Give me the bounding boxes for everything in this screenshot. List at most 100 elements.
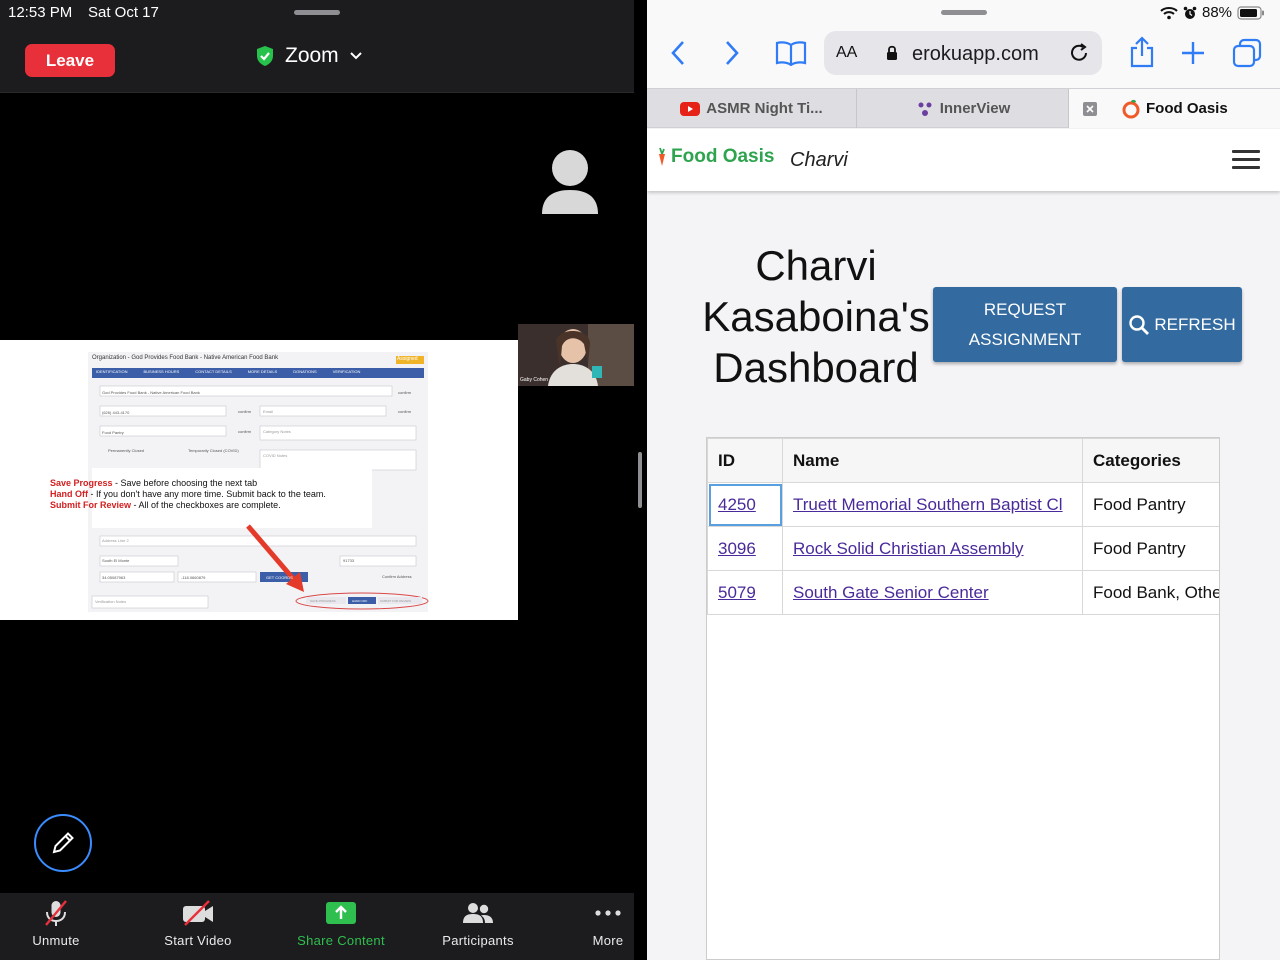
row-id-link[interactable]: 4250 [718, 495, 756, 514]
toolbar-label: Participants [442, 933, 514, 948]
tab-label: ASMR Night Ti... [706, 100, 823, 117]
url-text: erokuapp.com [912, 43, 1039, 65]
slide-tab: MORE DETAILS [247, 369, 278, 374]
slide-tab: VERIFICATION [332, 369, 361, 374]
slide-perm-closed: Permanently Closed [108, 448, 145, 453]
table-header-row: ID Name Categories [707, 438, 1219, 483]
slide-note-line: Submit For Review - All of the checkboxe… [50, 500, 326, 511]
refresh-button[interactable]: REFRESH [1122, 287, 1242, 362]
food-oasis-logo[interactable]: Food Oasis [656, 146, 774, 168]
youtube-icon [680, 101, 701, 116]
column-header-id[interactable]: ID [707, 438, 783, 483]
pencil-icon [52, 832, 74, 854]
row-name-link[interactable]: Truett Memorial Southern Baptist Cl [793, 495, 1063, 514]
tab-innerview[interactable]: InnerView [858, 89, 1069, 128]
slide-confirm-label: confirm [398, 409, 412, 414]
zoom-toolbar: Unmute Start Video Share Content Partici… [0, 893, 634, 960]
status-date: Sat Oct 17 [88, 4, 159, 21]
slide-name-field: God Provides Food Bank - Native American… [102, 390, 200, 395]
slide-covid-notes: COVID Notes [263, 453, 288, 458]
meeting-title-text: Zoom [285, 44, 339, 67]
battery-icon [1237, 5, 1265, 20]
address-bar[interactable]: AA erokuapp.com [824, 31, 1102, 75]
participants-button[interactable]: Participants [418, 893, 538, 960]
row-id-cell: 5079 [707, 570, 783, 615]
column-header-categories[interactable]: Categories [1082, 438, 1219, 483]
new-tab-icon[interactable] [1180, 40, 1206, 66]
alarm-icon [1183, 6, 1197, 19]
column-header-name[interactable]: Name [782, 438, 1083, 483]
start-video-button[interactable]: Start Video [138, 893, 258, 960]
user-avatar-icon [542, 150, 598, 214]
unmute-button[interactable]: Unmute [0, 893, 116, 960]
table-row: 5079 South Gate Senior Center Food Bank,… [707, 570, 1219, 615]
note-text: - If you don't have any more time. Submi… [88, 489, 326, 499]
slide-get-coords: GET COORDS [266, 575, 293, 580]
row-id-cell: 3096 [707, 526, 783, 571]
slide-address2-field: Address Line 2 [102, 538, 129, 543]
row-name-cell: Truett Memorial Southern Baptist Cl [782, 482, 1083, 527]
slide-verification-notes: Verification Notes [95, 599, 127, 604]
slide-instructions: Save Progress - Save before choosing the… [50, 478, 326, 511]
safari-toolbar: 88% AA erokuapp.com [647, 0, 1280, 88]
annotate-button[interactable] [34, 814, 92, 872]
slide-save-button: SAVE PROGRESS [310, 599, 336, 603]
row-name-link[interactable]: Rock Solid Christian Assembly [793, 539, 1024, 558]
participants-icon [463, 903, 493, 923]
slide-lng-field: -118.0660879 [181, 575, 206, 580]
safari-app: 88% AA erokuapp.com ASMR Night Ti... Inn… [647, 0, 1280, 960]
participant-video-thumbnail[interactable]: Gaby Cohen [518, 324, 634, 386]
tab-overview-icon[interactable] [1232, 38, 1262, 68]
wifi-icon [1160, 6, 1178, 19]
user-name: Charvi [790, 149, 848, 171]
leave-button[interactable]: Leave [25, 44, 115, 77]
multitask-grabber[interactable] [941, 10, 987, 15]
zoom-top-bar: 12:53 PM Sat Oct 17 Leave Zoom [0, 0, 634, 93]
slide-confirm-label: confirm [398, 390, 412, 395]
food-oasis-icon [1122, 99, 1140, 119]
row-name-link[interactable]: South Gate Senior Center [793, 583, 989, 602]
tab-asmr[interactable]: ASMR Night Ti... [647, 89, 857, 128]
more-dots-icon [595, 910, 621, 916]
bookmarks-icon[interactable] [775, 40, 807, 66]
tab-food-oasis[interactable]: Food Oasis [1069, 89, 1280, 128]
menu-icon[interactable] [1232, 150, 1260, 170]
row-categories: Food Pantry [1082, 526, 1219, 571]
brand-name: Food Oasis [671, 146, 775, 167]
row-id-link[interactable]: 5079 [718, 583, 756, 602]
row-id-cell: 4250 [707, 482, 783, 527]
participant-name-label: Gaby Cohen [520, 377, 549, 383]
split-view-handle[interactable] [638, 452, 642, 508]
note-key: Submit For Review [50, 500, 132, 510]
slide-tab: IDENTIFICATION [96, 369, 128, 374]
search-icon [1129, 314, 1150, 335]
share-icon[interactable] [1129, 36, 1155, 68]
tab-label: Food Oasis [1146, 100, 1228, 117]
slide-submit-button: SUBMIT FOR REVIEW [380, 599, 412, 603]
reload-icon[interactable] [1068, 42, 1090, 64]
tab-label: InnerView [939, 100, 1011, 117]
note-text: - Save before choosing the next tab [112, 478, 258, 488]
slide-category-field: Food Pantry [102, 430, 124, 435]
slide-tab: CONTACT DETAILS [195, 369, 232, 374]
shield-check-icon [257, 46, 273, 66]
close-tab-icon[interactable] [1083, 102, 1097, 116]
meeting-title[interactable]: Zoom [255, 40, 363, 72]
share-content-button[interactable]: Share Content [281, 893, 401, 960]
slide-lat-field: 34.05087963 [102, 575, 126, 580]
row-id-link[interactable]: 3096 [718, 539, 756, 558]
status-icons: 88% [1160, 4, 1265, 21]
toolbar-label: Unmute [32, 933, 80, 948]
zoom-app: 12:53 PM Sat Oct 17 Leave Zoom Gaby Cohe… [0, 0, 634, 960]
back-icon[interactable] [669, 40, 687, 66]
slide-tab: BUSINESS HOURS [143, 369, 180, 374]
slide-note-line: Save Progress - Save before choosing the… [50, 478, 326, 489]
multitask-grabber[interactable] [294, 10, 340, 15]
carrot-icon [659, 147, 665, 166]
forward-icon[interactable] [723, 40, 741, 66]
slide-confirm-label: confirm [238, 409, 252, 414]
request-assignment-button[interactable]: REQUEST ASSIGNMENT [933, 287, 1117, 362]
text-size-button[interactable]: AA [836, 44, 857, 62]
mic-muted-icon [45, 900, 67, 926]
slide-zip-field: 91733 [343, 558, 355, 563]
